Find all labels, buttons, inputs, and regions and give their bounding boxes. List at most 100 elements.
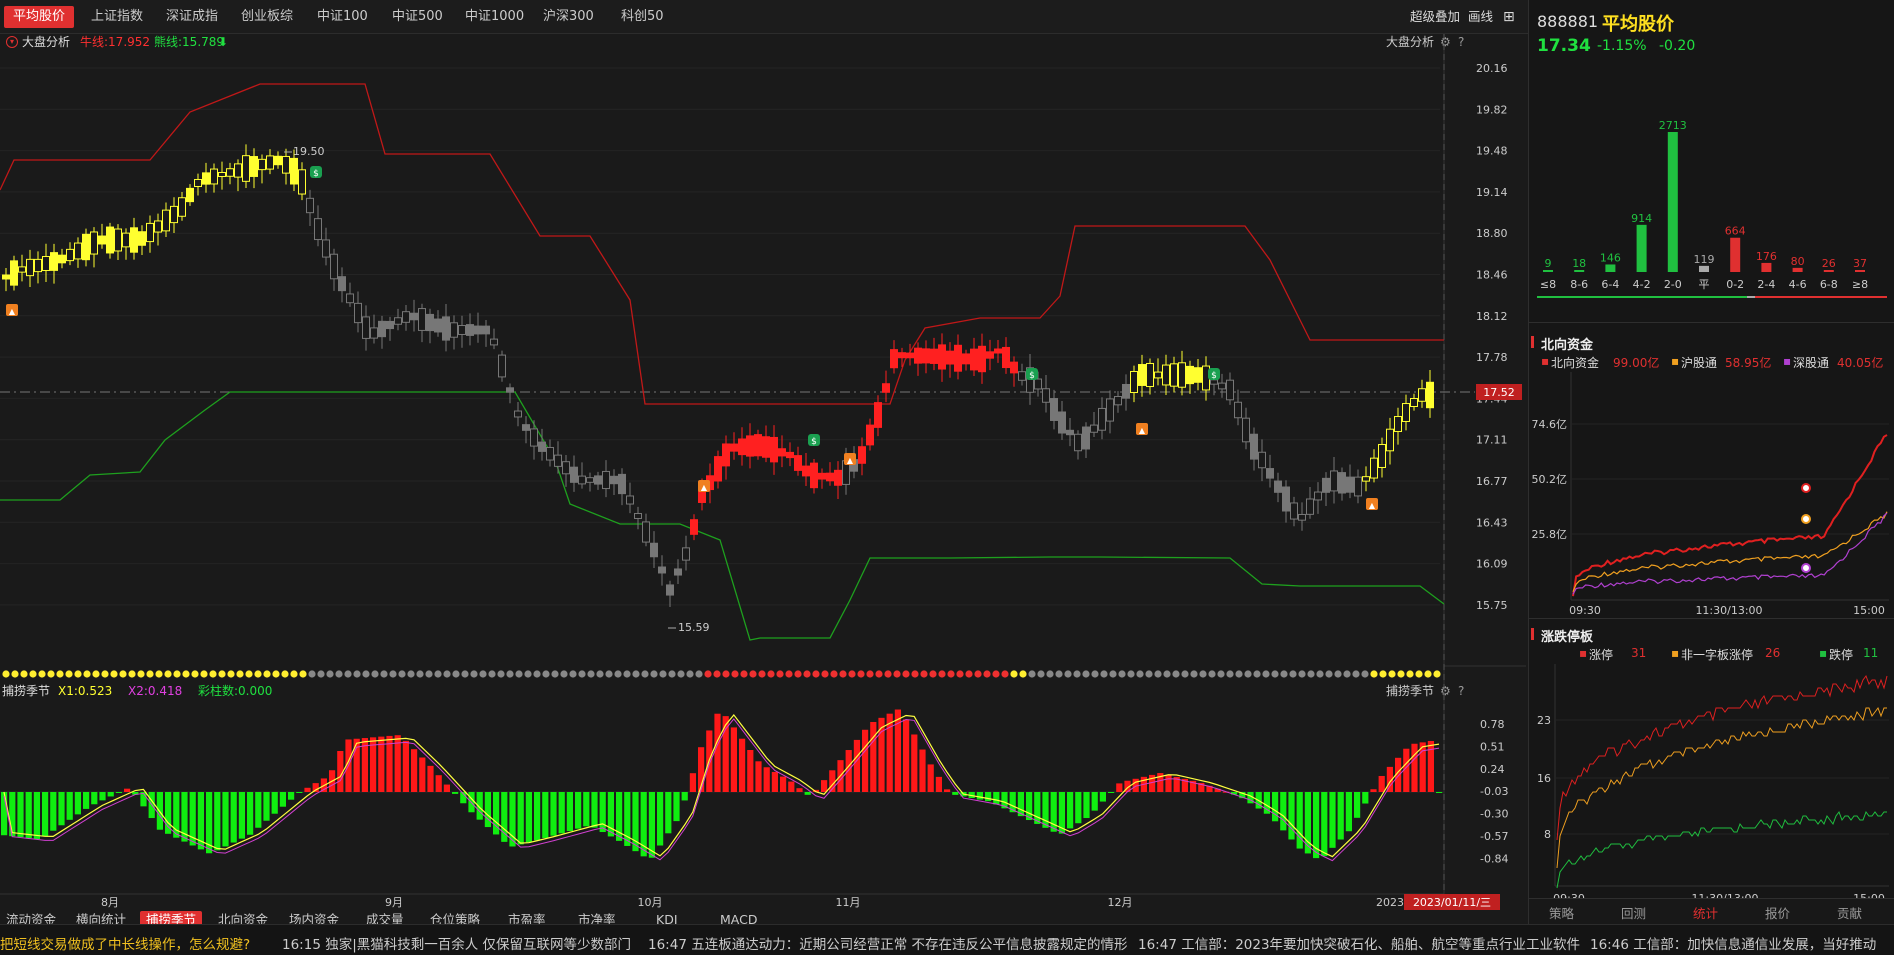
candle-body [186,187,194,203]
signal-dot [416,670,424,678]
candle-body [898,352,906,359]
quote-code: 888881 [1537,12,1599,31]
oscillator-bar [1280,792,1287,831]
candle-body [994,348,1002,354]
rtab-strategy[interactable]: 策略 [1549,903,1574,922]
signal-dot [1028,670,1036,678]
north-sh-line [1572,511,1888,593]
candle-body [834,469,842,486]
rtab-contribution[interactable]: 贡献 [1837,903,1862,922]
candle-body [354,302,362,324]
candle-body [450,322,458,338]
oscillator-bar [583,792,590,827]
draw-line-button[interactable]: 画线 [1468,6,1493,28]
sub-tick-label: -0.03 [1480,785,1508,798]
signal-dot [1244,670,1252,678]
candle-body [930,348,938,364]
rtab-backtest[interactable]: 回测 [1621,903,1646,922]
signal-dot [434,670,442,678]
candle-body [810,462,818,489]
north-tick-label: 50.2亿 [1532,473,1568,486]
signal-dot [101,670,109,678]
signal-dot [1199,670,1207,678]
candle-body [666,584,674,596]
price-tick-label: 18.12 [1476,310,1508,323]
sell-signal-glyph: $ [1211,371,1217,381]
news-item[interactable]: 16:47 五连板通达动力：近期公司经营正常 不存在违反公平信息披露规定的情形 [648,933,1128,953]
signal-dot [362,670,370,678]
candle-body [274,155,282,166]
oscillator-bar [279,792,286,807]
signal-dot [1190,670,1198,678]
limit-tick-label: 8 [1544,828,1551,841]
candle-body [546,446,554,461]
oscillator-bar [74,792,81,815]
oscillator-bar [1116,783,1123,792]
oscillator-bar [1354,792,1361,818]
tab-average-price[interactable]: 平均股价 [4,6,75,28]
oscillator-bar [665,792,672,834]
signal-dot [1100,670,1108,678]
candle-body [1426,381,1434,409]
super-overlay-button[interactable]: 超级叠加 [1410,6,1460,28]
news-item[interactable]: 16:46 工信部：加快信息通信业发展，当好推动 [1590,933,1876,953]
candle-body [914,347,922,364]
price-tick-label: 16.77 [1476,475,1508,488]
signal-dot [713,670,721,678]
candle-body [234,163,242,178]
candle-body [322,239,330,258]
oscillator-bar [525,792,532,843]
tab-csi300[interactable]: 沪深300 [534,6,603,28]
kline-chart[interactable]: 20.16 19.82 19.48 19.14 18.80 18.46 18.12 17.78… [0,34,1526,924]
news-item[interactable]: 16:15 独家|黑猫科技剩一百余人 仅保留互联网等少数部门 [282,933,631,953]
candle-body [754,434,762,457]
north-marker [1801,483,1811,493]
x-axis-label: 2023 [1376,896,1404,909]
distribution-value-label: 37 [1853,257,1867,270]
oscillator-bar [681,792,688,801]
quote-name: 平均股价 [1602,14,1674,35]
north-legend-sh-name: 沪股通 [1681,356,1718,370]
news-item[interactable]: 把短线交易做成了中长线操作，怎么规避? [0,933,250,953]
tab-star50[interactable]: 科创50 [612,6,673,28]
price-tick-label: 17.78 [1476,351,1508,364]
signal-dot [1406,670,1414,678]
limit-legend-down-marker: ▪ [1819,646,1828,660]
candle-body [402,311,410,323]
limit-tick-label: 23 [1537,714,1551,727]
layout-grid-icon[interactable]: ⊞ [1503,6,1515,28]
signal-dot [1163,670,1171,678]
rtab-quote[interactable]: 报价 [1765,903,1790,922]
oscillator-bar [1091,792,1098,811]
oscillator-bar [1042,792,1049,828]
tab-shanghai-index[interactable]: 上证指数 [82,6,152,28]
signal-dot [452,670,460,678]
candle-body [786,451,794,459]
candle-body [522,424,530,431]
tab-shenzhen-component[interactable]: 深证成指 [157,6,227,28]
sub-tick-label: -0.84 [1480,852,1508,865]
candle-body [954,344,962,372]
signal-dot [308,670,316,678]
oscillator-bar [1272,792,1279,822]
tab-csi1000[interactable]: 中证1000 [456,6,533,28]
signal-dot [2,670,10,678]
buy-signal-glyph: ▲ [9,307,16,316]
distribution-range-label: 6-8 [1820,278,1838,291]
tab-csi100[interactable]: 中证100 [308,6,377,28]
news-item[interactable]: 16:47 工信部：2023年要加快突破石化、船舶、航空等重点行业工业软件 [1138,933,1580,953]
quote-price: 17.34 [1537,36,1591,56]
candle-body [218,171,226,178]
signal-dot [47,670,55,678]
oscillator-bar [42,792,49,837]
rtab-stats[interactable]: 统计 [1693,903,1718,922]
tab-chinext-composite[interactable]: 创业板综 [232,6,302,28]
oscillator-bar [263,792,270,821]
north-legend-total-value: 99.00亿 [1613,356,1660,370]
oscillator-bar [402,740,409,792]
candle-body [162,209,170,232]
oscillator-bar [944,789,951,792]
candle-body [802,465,810,477]
distribution-bar [1761,262,1772,272]
tab-csi500[interactable]: 中证500 [383,6,452,28]
